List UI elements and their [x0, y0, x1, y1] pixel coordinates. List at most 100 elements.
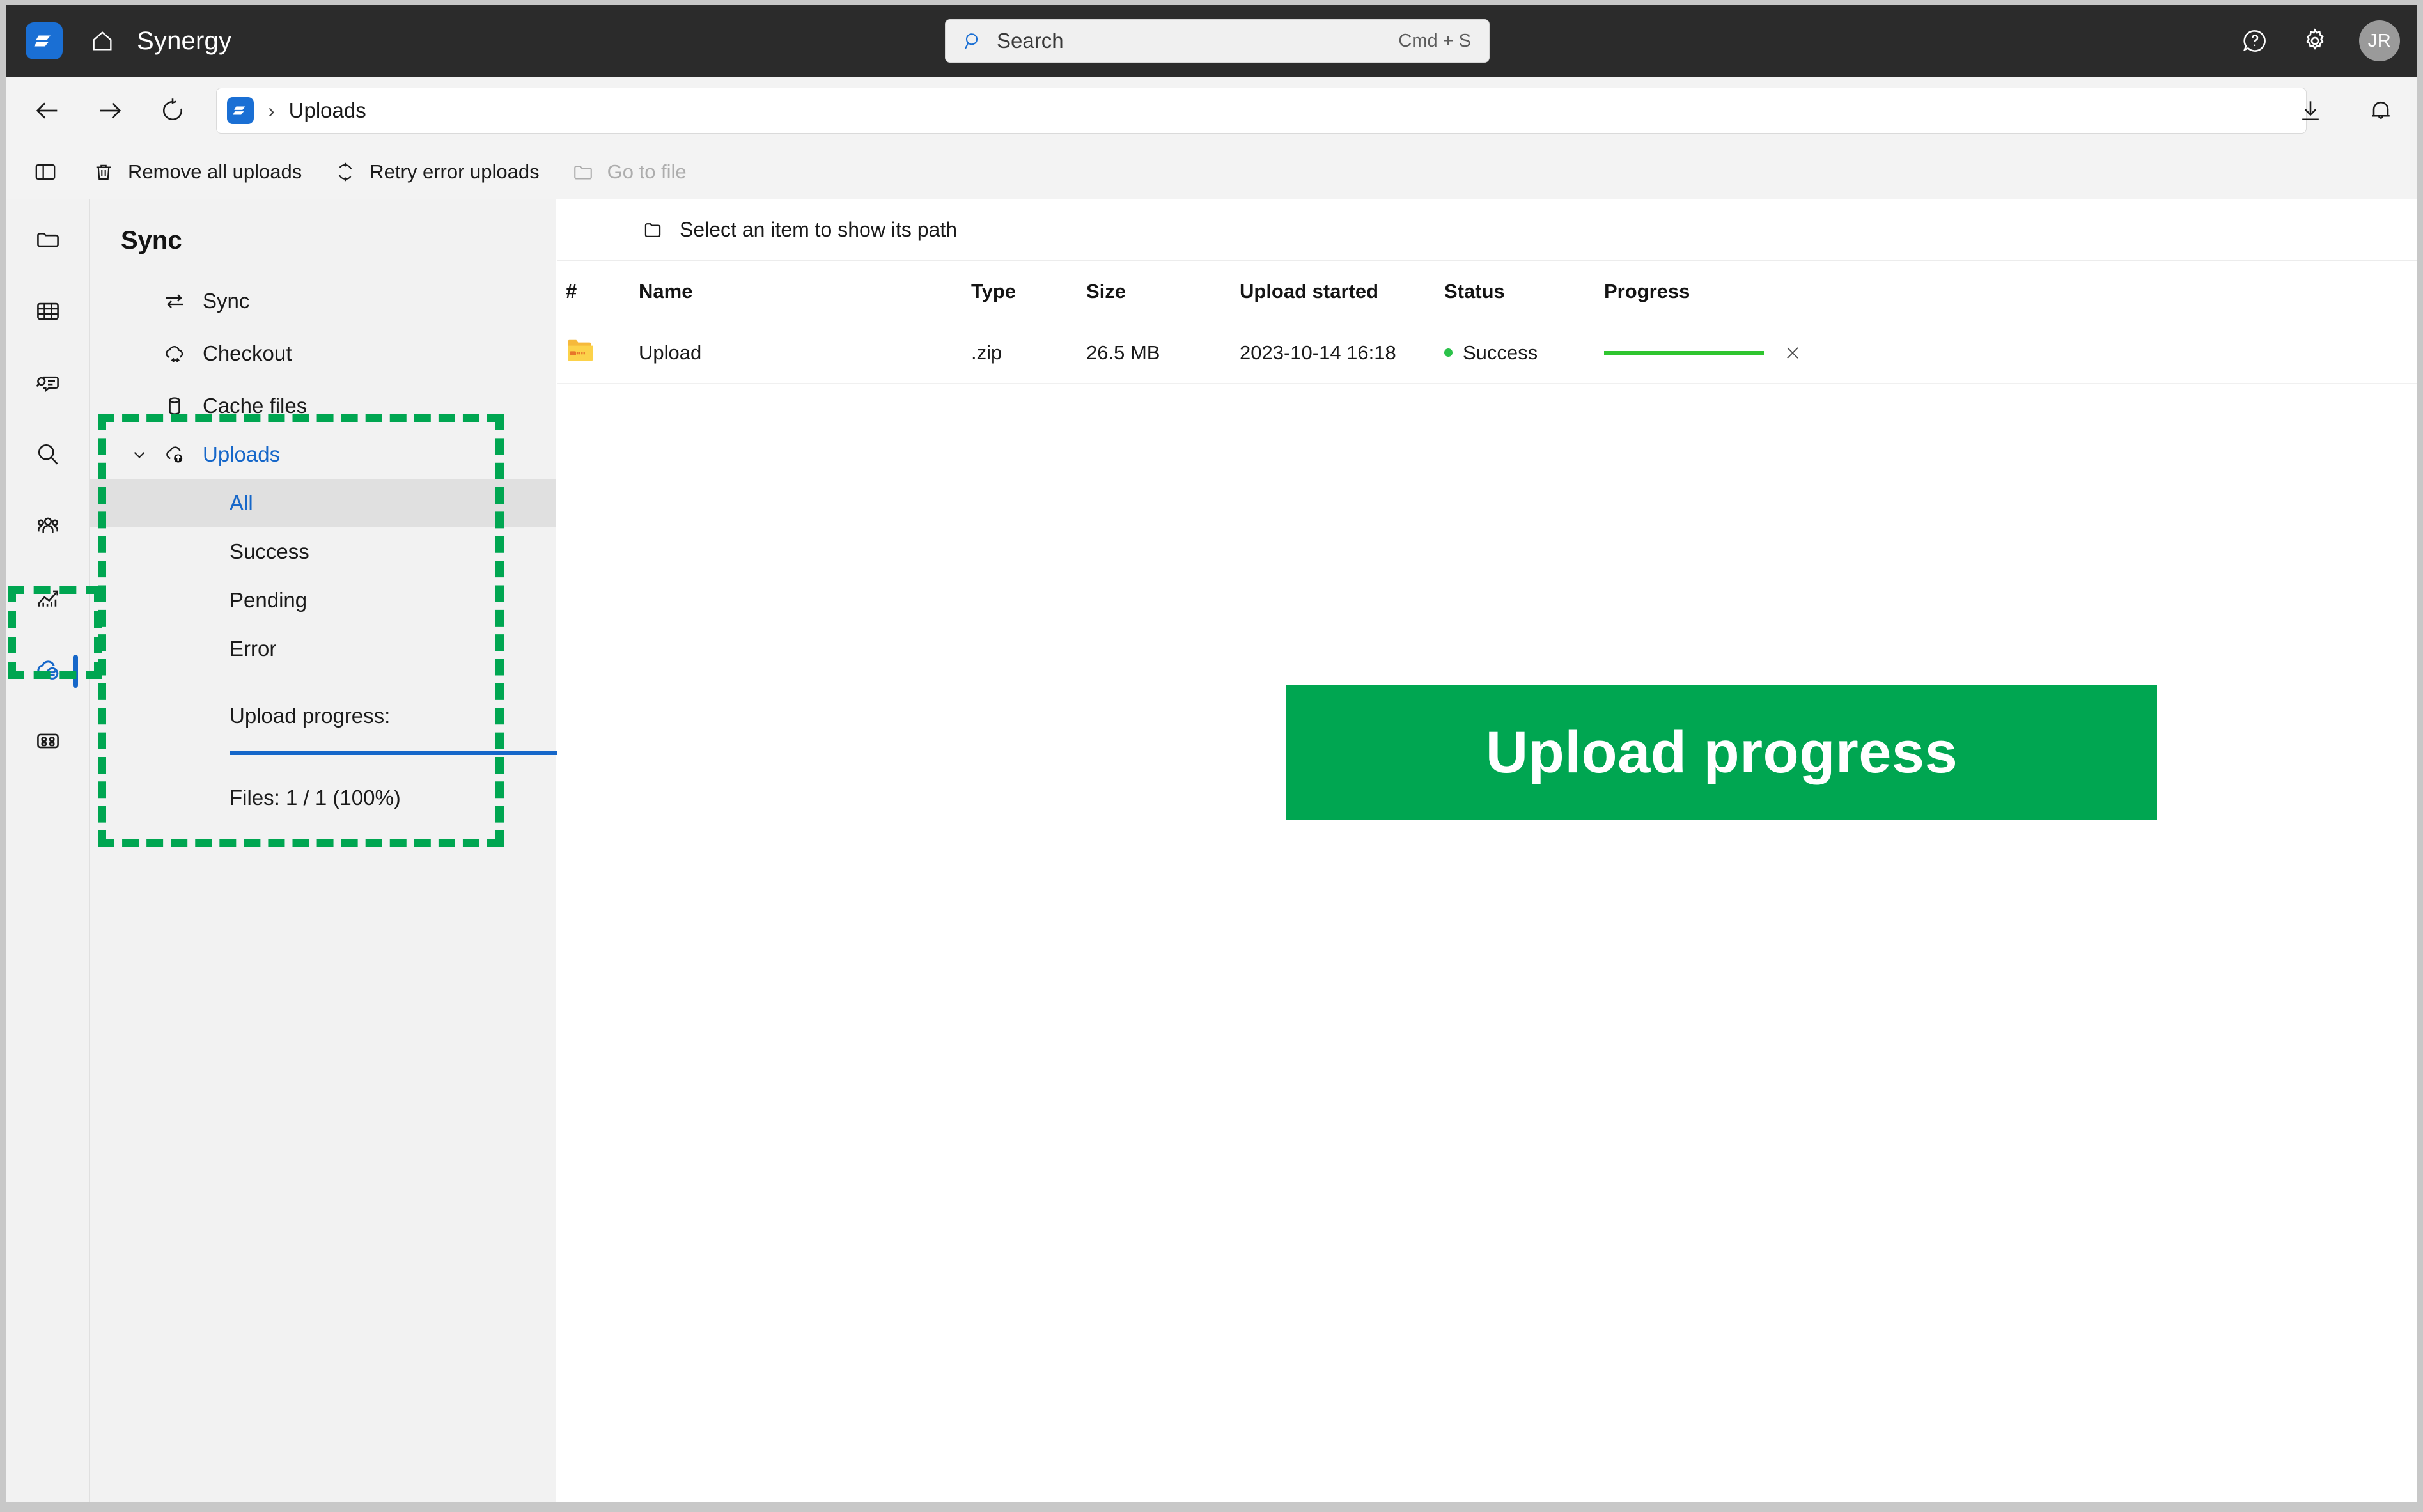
titlebar-actions: JR: [2239, 5, 2400, 77]
search-shortcut: Cmd + S: [1398, 30, 1471, 51]
close-icon[interactable]: [1782, 342, 1804, 364]
download-icon[interactable]: [2294, 94, 2327, 127]
rail-item-search[interactable]: [6, 428, 90, 483]
sidebar-item-cache-files[interactable]: Cache files: [90, 382, 556, 430]
upload-files-count: Files: 1 / 1 (100%): [230, 786, 401, 809]
column-header-size[interactable]: Size: [1086, 280, 1240, 303]
sidebar-subitem-success[interactable]: Success: [90, 527, 556, 576]
synergy-logo-icon[interactable]: [26, 22, 63, 59]
sidebar-item-checkout-label: Checkout: [203, 341, 292, 365]
row-progress: [1604, 342, 1815, 364]
sidebar-subitem-all[interactable]: All: [90, 479, 556, 527]
table-grid-icon: [34, 297, 62, 329]
rail-item-folder[interactable]: [6, 214, 90, 269]
help-icon[interactable]: [2239, 25, 2271, 57]
app-window: Synergy Search Cmd + S JR › Uploads Remo…: [6, 5, 2417, 1502]
sidebar-item-uploads[interactable]: Uploads: [90, 430, 556, 479]
search-icon: [34, 440, 62, 472]
row-upload-started: 2023-10-14 16:18: [1240, 341, 1396, 364]
cloud-upload-icon: [160, 440, 189, 469]
navbar-actions: [2294, 77, 2397, 144]
go-to-file-label: Go to file: [607, 160, 687, 183]
rail-item-table[interactable]: [6, 285, 90, 340]
sidebar-item-checkout[interactable]: Checkout: [90, 329, 556, 378]
trash-icon: [91, 159, 116, 185]
icon-rail: [6, 199, 90, 1502]
column-header-name[interactable]: Name: [639, 280, 971, 303]
content-area: Select an item to show its path # Name T…: [557, 199, 2417, 1502]
row-type: .zip: [971, 341, 1002, 364]
upload-progress-banner: Upload progress: [1286, 685, 2157, 820]
address-bar[interactable]: › Uploads: [216, 88, 2307, 134]
upload-progress-bar: [230, 751, 567, 755]
path-bar: Select an item to show its path: [557, 199, 2417, 261]
row-name-text: Upload: [639, 341, 702, 364]
folder-icon: [640, 217, 666, 243]
breadcrumb[interactable]: Uploads: [289, 98, 366, 123]
arrow-right-icon[interactable]: [93, 94, 127, 127]
row-number: [557, 338, 639, 368]
sidebar-title: Sync: [121, 226, 182, 254]
sidebar-item-sync-label: Sync: [203, 289, 250, 313]
status-badge: Success: [1444, 341, 1604, 364]
arrow-left-icon[interactable]: [31, 94, 64, 127]
retry-icon: [332, 159, 358, 185]
rail-item-sync[interactable]: [6, 643, 90, 698]
column-header-status[interactable]: Status: [1444, 280, 1604, 303]
synergy-logo-icon: [227, 97, 254, 124]
sync-sidebar: Sync Sync Checkout Cache files Uploads A…: [90, 199, 567, 1502]
column-header-number[interactable]: #: [557, 280, 639, 303]
retry-error-uploads-button[interactable]: Retry error uploads: [332, 153, 540, 191]
apps-grid-icon: [34, 727, 62, 758]
table-row[interactable]: Upload .zip 26.5 MB 2023-10-14 16:18 Suc…: [557, 322, 2417, 384]
progress-bar: [1604, 350, 1764, 355]
navigation-bar: › Uploads: [6, 77, 2417, 144]
app-title: Synergy: [137, 26, 232, 55]
table-header-row: # Name Type Size Upload started Status P…: [557, 261, 2417, 322]
status-text: Success: [1463, 341, 1538, 364]
upload-progress-banner-text: Upload progress: [1485, 719, 1958, 785]
cloud-checkout-icon: [160, 339, 189, 368]
breadcrumb-separator: ›: [268, 98, 275, 122]
sidebar-subitem-pending[interactable]: Pending: [90, 576, 556, 625]
avatar[interactable]: JR: [2359, 20, 2400, 61]
row-name: Upload: [639, 341, 971, 364]
refresh-icon[interactable]: [156, 94, 189, 127]
database-icon: [160, 392, 189, 420]
bell-icon[interactable]: [2364, 94, 2397, 127]
sidebar-item-sync[interactable]: Sync: [90, 277, 556, 325]
search-icon: [962, 30, 984, 52]
titlebar: Synergy Search Cmd + S JR: [6, 5, 2417, 77]
uploads-table: # Name Type Size Upload started Status P…: [557, 261, 2417, 384]
rail-item-comments[interactable]: [6, 357, 90, 412]
column-header-progress[interactable]: Progress: [1604, 280, 1815, 303]
search-input[interactable]: Search Cmd + S: [945, 19, 1490, 63]
sidebar-item-uploads-label: Uploads: [203, 442, 281, 466]
rail-selection-indicator: [73, 655, 78, 688]
column-header-type[interactable]: Type: [971, 280, 1086, 303]
retry-error-uploads-label: Retry error uploads: [370, 160, 540, 183]
remove-all-uploads-button[interactable]: Remove all uploads: [91, 153, 302, 191]
home-icon[interactable]: [87, 26, 118, 56]
sidebar-item-cache-files-label: Cache files: [203, 394, 308, 417]
column-header-upload-started[interactable]: Upload started: [1240, 280, 1444, 303]
rail-item-apps[interactable]: [6, 715, 90, 770]
remove-all-uploads-label: Remove all uploads: [128, 160, 302, 183]
command-bar: Remove all uploads Retry error uploads G…: [6, 144, 2417, 199]
sync-arrows-icon: [160, 287, 189, 315]
chart-trend-icon: [34, 584, 62, 615]
status-dot-icon: [1444, 348, 1453, 357]
cloud-sync-icon: [33, 654, 63, 688]
go-to-file-button: Go to file: [570, 153, 687, 191]
layout-pane-icon[interactable]: [31, 157, 60, 187]
app-root: Synergy Search Cmd + S JR › Uploads Remo…: [0, 0, 2423, 1512]
chevron-down-icon: [131, 446, 148, 463]
rail-item-people[interactable]: [6, 500, 90, 555]
rail-item-analytics[interactable]: [6, 572, 90, 627]
gear-icon[interactable]: [2299, 25, 2331, 57]
folder-icon: [34, 226, 62, 257]
sidebar-subitem-error[interactable]: Error: [90, 625, 556, 673]
folder-open-icon: [570, 159, 596, 185]
upload-progress-label: Upload progress:: [230, 704, 391, 728]
comment-search-icon: [34, 369, 62, 400]
